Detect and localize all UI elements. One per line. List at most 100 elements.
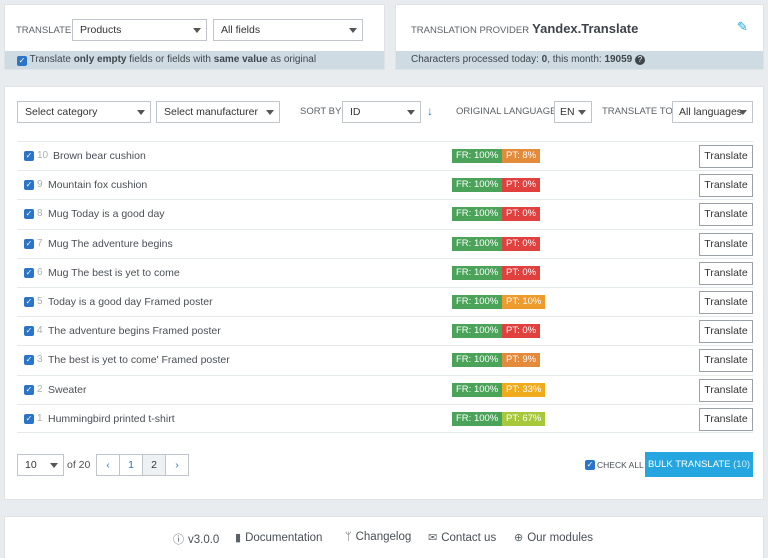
manufacturer-select[interactable]: Select manufacturer [156,101,280,123]
help-glyph: ? [637,55,643,64]
translate-to-value: All languages [679,106,743,118]
book-icon: ▮ [235,532,242,544]
version-label: v3.0.0 [188,534,220,546]
translate-button[interactable]: Translate [699,320,753,344]
only-empty-checkbox[interactable]: ✓ [17,56,27,66]
product-id: 7 [37,237,43,249]
chevron-down-icon [407,110,415,115]
product-checkbox[interactable]: ✓ [24,209,34,220]
chars-prefix: Characters processed today: [411,54,542,65]
product-checkbox[interactable]: ✓ [24,384,34,395]
fields-select[interactable]: All fields [213,19,363,41]
product-id: 2 [37,383,43,395]
translate-button[interactable]: Translate [699,378,753,402]
translate-button[interactable]: Translate [699,261,753,285]
modules-label: Our modules [527,532,594,544]
pt-progress-badge: PT: 8% [502,149,541,163]
fr-progress-badge: FR: 100% [452,207,503,222]
translate-button[interactable]: Translate [699,203,753,227]
per-page-select[interactable]: 10 [17,454,64,476]
product-name: Mug The best is yet to come [48,266,180,279]
pencil-icon[interactable]: ✎ [737,20,751,34]
pt-progress-badge: PT: 0% [502,207,541,222]
sort-by-value: ID [350,106,361,118]
check-all-checkbox[interactable]: ✓ [585,460,595,470]
original-language-select[interactable]: EN [554,101,592,123]
product-row: ✓ 6 Mug The best is yet to come FR: 100% PT:… [17,257,753,287]
translate-button[interactable]: Translate [699,232,753,256]
product-id: 4 [37,325,43,337]
version-link[interactable]: ⓘ v3.0.0 [173,531,219,547]
product-checkbox[interactable]: ✓ [24,296,34,307]
fr-progress-badge: FR: 100% [452,324,503,339]
pt-progress-badge: PT: 10% [502,294,546,309]
translate-button[interactable]: Translate [699,290,753,314]
product-checkbox[interactable]: ✓ [24,151,34,161]
product-name: Hummingbird printed t-shirt [48,412,175,425]
product-checkbox[interactable]: ✓ [24,180,34,191]
translate-settings-panel: TRANSLATE Products All fields ✓ Translat… [4,4,385,70]
translate-option-strip: ✓ Translate only empty fields or fields … [5,51,384,69]
product-name: Brown bear cushion [53,150,146,162]
documentation-link[interactable]: ▮ Documentation [235,531,322,544]
check-all-label: CHECK ALL [597,460,644,470]
translate-button[interactable]: Translate [699,407,753,431]
sort-desc-arrow-icon[interactable]: ↓ [427,100,433,122]
product-checkbox[interactable]: ✓ [24,238,34,249]
product-row: ✓ 10 Brown bear cushion FR: 100% PT: 8% Trans… [17,141,753,170]
chars-mid: , this month: [547,54,605,65]
bulk-translate-button[interactable]: BULK TRANSLATE (10) [645,452,753,477]
documentation-label: Documentation [245,532,323,544]
pt-progress-badge: PT: 0% [502,178,541,193]
chars-month: 19059 [604,54,633,65]
next-page-button[interactable]: › [165,454,189,476]
help-icon[interactable]: ? [635,55,646,65]
page-1-button[interactable]: 1 [119,454,143,476]
product-row: ✓ 7 Mug The adventure begins FR: 100% PT: 0%… [17,228,753,258]
product-row: ✓ 5 Today is a good day Framed poster FR: 1… [17,286,753,316]
chevron-down-icon [349,28,357,33]
page-2-button[interactable]: 2 [142,454,166,476]
product-row: ✓ 1 Hummingbird printed t-shirt FR: 100% PT:… [17,403,753,433]
sort-by-label: SORT BY [300,106,342,117]
product-name: The best is yet to come' Framed poster [48,354,230,367]
product-name: Mug Today is a good day [48,208,165,221]
product-checkbox[interactable]: ✓ [24,355,34,366]
provider-heading: TRANSLATION PROVIDER Yandex.Translate [411,21,638,36]
product-id: 8 [37,208,43,220]
contact-link[interactable]: ✉ Contact us [428,531,496,544]
sort-by-select[interactable]: ID [342,101,421,123]
fr-progress-badge: FR: 100% [452,236,503,251]
product-checkbox[interactable]: ✓ [24,267,34,278]
category-select[interactable]: Select category [17,101,151,123]
product-list: ✓ 10 Brown bear cushion FR: 100% PT: 8% Trans… [17,141,753,433]
provider-name: Yandex.Translate [532,21,639,36]
product-checkbox[interactable]: ✓ [24,326,34,337]
chevron-down-icon [266,110,274,115]
pt-progress-badge: PT: 0% [502,265,541,280]
bulk-translate-label: BULK TRANSLATE [647,459,731,470]
changelog-link[interactable]: ᛘ Changelog [345,531,411,543]
modules-link[interactable]: ⊕ Our modules [514,531,593,544]
chevron-left-icon: ‹ [106,459,110,471]
page-2-label: 2 [151,459,157,471]
product-checkbox[interactable]: ✓ [24,413,34,424]
translate-to-select[interactable]: All languages [672,101,753,123]
info-icon: ⓘ [173,534,184,546]
product-row: ✓ 4 The adventure begins Framed poster FR: … [17,316,753,345]
pt-progress-badge: PT: 0% [502,324,541,339]
translate-button[interactable]: Translate [699,349,753,373]
fr-progress-badge: FR: 100% [452,294,503,309]
translate-button[interactable]: Translate [699,174,753,198]
branch-icon: ᛘ [345,531,352,543]
fr-progress-badge: FR: 100% [452,411,503,426]
product-row: ✓ 8 Mug Today is a good day FR: 100% PT: 0% T… [17,199,753,228]
entity-type-select[interactable]: Products [72,19,207,41]
original-language-value: EN [560,106,575,118]
translate-button[interactable]: Translate [699,145,753,168]
translate-to-label: TRANSLATE TO [602,106,673,117]
pt-progress-badge: PT: 33% [502,382,546,397]
category-value: Select category [25,106,98,118]
fr-progress-badge: FR: 100% [452,178,503,193]
prev-page-button[interactable]: ‹ [96,454,120,476]
